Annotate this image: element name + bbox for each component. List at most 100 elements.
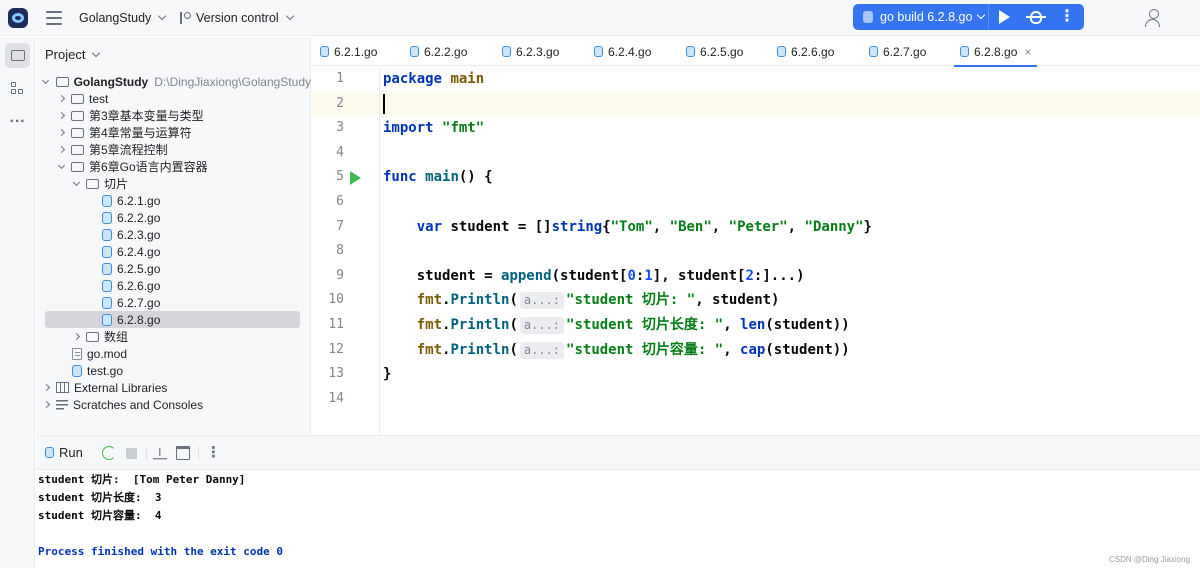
tree-item-external-libraries[interactable]: External Libraries — [36, 379, 311, 396]
tree-item-root[interactable]: GolangStudy D:\DingJiaxiong\GolangStudy — [36, 73, 311, 90]
tree-item-file[interactable]: go.mod — [36, 345, 311, 362]
parameter-hint: a...: — [519, 317, 565, 334]
project-name: GolangStudy — [79, 11, 152, 25]
tree-item-folder[interactable]: 第6章Go语言内置容器 — [36, 158, 311, 175]
rerun-icon[interactable] — [102, 446, 116, 460]
code-line: fmt.Println(a...: "student 切片: ", student… — [416, 292, 780, 310]
tree-item-file-selected[interactable]: 6.2.8.go — [45, 311, 300, 328]
editor-tabs: 6.2.1.go 6.2.2.go 6.2.3.go 6.2.4.go 6.2.… — [312, 37, 1200, 67]
code-editor[interactable]: 1 2 3 4 5 6 7 8 9 10 11 12 13 14 package… — [312, 67, 1200, 434]
tab-6-2-5[interactable]: 6.2.5.go — [686, 37, 743, 66]
project-panel: Project GolangStudy D:\DingJiaxiong\Gola… — [36, 37, 311, 434]
tree-item-file[interactable]: 6.2.6.go — [36, 277, 311, 294]
run-widget: go build 6.2.8.go ⋮ — [853, 4, 1084, 30]
run-config-label: go build 6.2.8.go — [880, 10, 973, 24]
tree-item-file[interactable]: 6.2.7.go — [36, 294, 311, 311]
console-output-line: student 切片容量: 4 — [38, 509, 162, 522]
run-button[interactable] — [989, 4, 1020, 30]
tree-item-scratches[interactable]: Scratches and Consoles — [36, 396, 311, 413]
code-line: fmt.Println(a...: "student 切片容量: ", cap(s… — [416, 341, 850, 359]
goland-logo-icon[interactable] — [8, 8, 28, 28]
go-file-icon — [960, 46, 969, 57]
parameter-hint: a...: — [519, 341, 565, 359]
structure-tool-button[interactable] — [5, 76, 30, 101]
chevron-down-icon — [57, 161, 65, 169]
tree-item-file[interactable]: test.go — [36, 362, 311, 379]
more-tools-button[interactable]: ··· — [5, 109, 30, 134]
close-icon[interactable]: × — [1024, 45, 1031, 59]
line-number: 5 — [336, 169, 344, 185]
go-file-icon — [102, 194, 112, 207]
tree-item-file[interactable]: 6.2.2.go — [36, 209, 311, 226]
line-number: 2 — [336, 95, 344, 111]
main-menu-icon[interactable] — [46, 11, 62, 25]
tab-6-2-6[interactable]: 6.2.6.go — [777, 37, 834, 66]
code-line: fmt.Println(a...: "student 切片长度: ", len(s… — [416, 317, 850, 334]
scroll-to-end-icon[interactable] — [153, 446, 167, 460]
line-number: 7 — [336, 218, 344, 234]
tree-item-folder[interactable]: 第4章常量与运算符 — [36, 124, 311, 141]
stop-icon[interactable] — [126, 448, 137, 459]
toolbar-separator — [198, 446, 199, 460]
title-bar: GolangStudy Version control go build 6.2… — [0, 0, 1200, 36]
line-number: 13 — [328, 366, 344, 382]
tab-6-2-4[interactable]: 6.2.4.go — [594, 37, 651, 66]
chevron-down-icon — [977, 10, 986, 20]
code-line: } — [383, 366, 392, 383]
chevron-down-icon — [72, 178, 80, 186]
tab-6-2-1[interactable]: 6.2.1.go — [320, 37, 377, 66]
chevron-right-icon — [57, 111, 65, 120]
tab-6-2-7[interactable]: 6.2.7.go — [869, 37, 926, 66]
vcs-menu[interactable]: Version control — [178, 0, 294, 36]
tree-item-folder[interactable]: test — [36, 90, 311, 107]
tree-item-folder[interactable]: 数组 — [36, 328, 311, 345]
vcs-label: Version control — [196, 11, 279, 25]
more-vertical-icon: ⋮ — [1059, 8, 1075, 25]
bug-icon — [1025, 10, 1046, 24]
tree-item-file[interactable]: 6.2.5.go — [36, 260, 311, 277]
tree-item-file[interactable]: 6.2.4.go — [36, 243, 311, 260]
tree-item-file[interactable]: 6.2.1.go — [36, 192, 311, 209]
folder-icon — [55, 76, 69, 87]
tree-item-folder[interactable]: 第5章流程控制 — [36, 141, 311, 158]
add-user-icon[interactable] — [1145, 9, 1163, 27]
console-output-line: student 切片长度: 3 — [38, 491, 162, 504]
tree-item-file[interactable]: 6.2.3.go — [36, 226, 311, 243]
go-file-icon — [102, 313, 112, 326]
go-file-icon — [102, 296, 112, 309]
run-config-selector[interactable]: go build 6.2.8.go — [853, 4, 989, 30]
code-line: student = append(student[0:1], student[2… — [416, 267, 805, 284]
chevron-right-icon — [42, 383, 50, 392]
chevron-down-icon — [42, 76, 50, 84]
run-gutter-icon[interactable] — [350, 170, 361, 185]
chevron-down-icon — [285, 11, 294, 21]
tab-6-2-2[interactable]: 6.2.2.go — [410, 37, 467, 66]
run-toolbar: Run ⋮ — [36, 436, 1200, 470]
more-vertical-icon[interactable]: ⋮ — [206, 443, 221, 461]
tree-item-folder[interactable]: 第3章基本变量与类型 — [36, 107, 311, 124]
structure-icon — [10, 81, 25, 96]
project-switcher[interactable]: GolangStudy — [79, 0, 167, 36]
more-actions-button[interactable]: ⋮ — [1051, 4, 1082, 30]
go-file-icon — [102, 228, 112, 241]
line-number: 8 — [336, 243, 344, 259]
project-panel-title[interactable]: Project — [45, 47, 101, 62]
go-file-icon — [102, 279, 112, 292]
go-file-icon — [863, 11, 873, 23]
tool-window-strip: ··· — [0, 37, 35, 568]
tree-item-folder[interactable]: 切片 — [36, 175, 311, 192]
line-number: 3 — [336, 120, 344, 136]
folder-icon — [71, 161, 84, 172]
run-tab[interactable]: Run — [45, 445, 83, 460]
trash-icon[interactable] — [176, 446, 190, 460]
go-file-icon — [102, 245, 112, 258]
go-file-icon — [72, 364, 82, 377]
branch-icon — [178, 11, 191, 25]
chevron-down-icon — [92, 48, 101, 57]
project-tool-button[interactable] — [5, 43, 30, 68]
tab-6-2-8[interactable]: 6.2.8.go × — [953, 37, 1038, 67]
go-file-icon — [102, 211, 112, 224]
debug-button[interactable] — [1020, 4, 1051, 30]
tab-6-2-3[interactable]: 6.2.3.go — [502, 37, 559, 66]
go-file-icon — [869, 46, 878, 57]
